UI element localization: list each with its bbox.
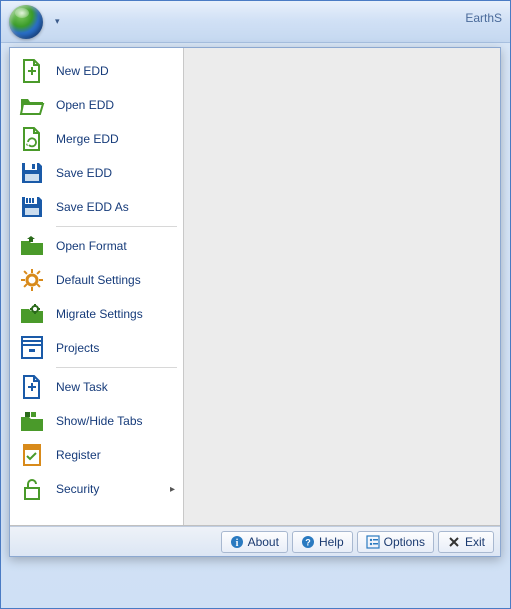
menu-item-save-edd-as[interactable]: Save EDD As bbox=[10, 190, 183, 224]
application-menu-list: New EDD Open EDD Merge EDD bbox=[10, 48, 184, 525]
menu-item-label: New Task bbox=[56, 380, 175, 394]
qat-dropdown-icon[interactable]: ▾ bbox=[51, 14, 64, 29]
menu-item-label: Show/Hide Tabs bbox=[56, 414, 175, 428]
clipboard-check-icon bbox=[18, 441, 46, 469]
archive-box-icon bbox=[18, 334, 46, 362]
application-menu: New EDD Open EDD Merge EDD bbox=[9, 47, 501, 557]
button-label: Options bbox=[384, 535, 425, 549]
menu-item-projects[interactable]: Projects bbox=[10, 331, 183, 365]
button-label: About bbox=[248, 535, 279, 549]
menu-item-label: Save EDD bbox=[56, 166, 175, 180]
application-menu-body: New EDD Open EDD Merge EDD bbox=[10, 48, 500, 526]
menu-item-merge-edd[interactable]: Merge EDD bbox=[10, 122, 183, 156]
menu-separator bbox=[56, 367, 177, 368]
ribbon-body: New EDD Open EDD Merge EDD bbox=[1, 43, 510, 608]
menu-item-new-edd[interactable]: New EDD bbox=[10, 54, 183, 88]
menu-item-security[interactable]: Security ▸ bbox=[10, 472, 183, 506]
menu-item-migrate-settings[interactable]: Migrate Settings bbox=[10, 297, 183, 331]
titlebar: ▾ EarthS bbox=[1, 1, 510, 43]
menu-item-default-settings[interactable]: Default Settings bbox=[10, 263, 183, 297]
button-label: Exit bbox=[465, 535, 485, 549]
menu-item-label: Security bbox=[56, 482, 170, 496]
folder-arrow-icon bbox=[18, 232, 46, 260]
menu-item-label: Merge EDD bbox=[56, 132, 175, 146]
svg-text:?: ? bbox=[305, 537, 311, 547]
folder-open-icon bbox=[18, 91, 46, 119]
file-refresh-icon bbox=[18, 125, 46, 153]
help-button[interactable]: ? Help bbox=[292, 531, 353, 553]
menu-item-label: Open Format bbox=[56, 239, 175, 253]
menu-item-showhide-tabs[interactable]: Show/Hide Tabs bbox=[10, 404, 183, 438]
app-window: ▾ EarthS New EDD Open EDD bbox=[0, 0, 511, 609]
options-icon bbox=[366, 535, 380, 549]
menu-item-label: Register bbox=[56, 448, 175, 462]
button-label: Help bbox=[319, 535, 344, 549]
application-menu-recent-panel bbox=[184, 48, 500, 525]
app-orb-button[interactable] bbox=[9, 5, 43, 39]
exit-button[interactable]: Exit bbox=[438, 531, 494, 553]
menu-item-label: New EDD bbox=[56, 64, 175, 78]
menu-separator bbox=[56, 226, 177, 227]
menu-item-label: Projects bbox=[56, 341, 175, 355]
menu-item-label: Default Settings bbox=[56, 273, 175, 287]
folder-gear-icon bbox=[18, 300, 46, 328]
menu-item-label: Open EDD bbox=[56, 98, 175, 112]
options-button[interactable]: Options bbox=[357, 531, 434, 553]
question-icon: ? bbox=[301, 535, 315, 549]
gear-icon bbox=[18, 266, 46, 294]
file-plus-icon bbox=[18, 57, 46, 85]
menu-item-new-task[interactable]: New Task bbox=[10, 370, 183, 404]
app-title: EarthS bbox=[465, 11, 502, 25]
menu-item-label: Save EDD As bbox=[56, 200, 175, 214]
about-button[interactable]: i About bbox=[221, 531, 288, 553]
svg-text:i: i bbox=[235, 538, 238, 549]
menu-item-register[interactable]: Register bbox=[10, 438, 183, 472]
menu-item-open-format[interactable]: Open Format bbox=[10, 229, 183, 263]
folder-tabs-icon bbox=[18, 407, 46, 435]
lock-open-icon bbox=[18, 475, 46, 503]
save-as-icon bbox=[18, 193, 46, 221]
close-icon bbox=[447, 535, 461, 549]
menu-item-open-edd[interactable]: Open EDD bbox=[10, 88, 183, 122]
application-menu-footer: i About ? Help Options bbox=[10, 526, 500, 556]
file-plus-alt-icon bbox=[18, 373, 46, 401]
info-icon: i bbox=[230, 535, 244, 549]
menu-item-label: Migrate Settings bbox=[56, 307, 175, 321]
save-icon bbox=[18, 159, 46, 187]
submenu-arrow-icon: ▸ bbox=[170, 484, 175, 495]
menu-item-save-edd[interactable]: Save EDD bbox=[10, 156, 183, 190]
